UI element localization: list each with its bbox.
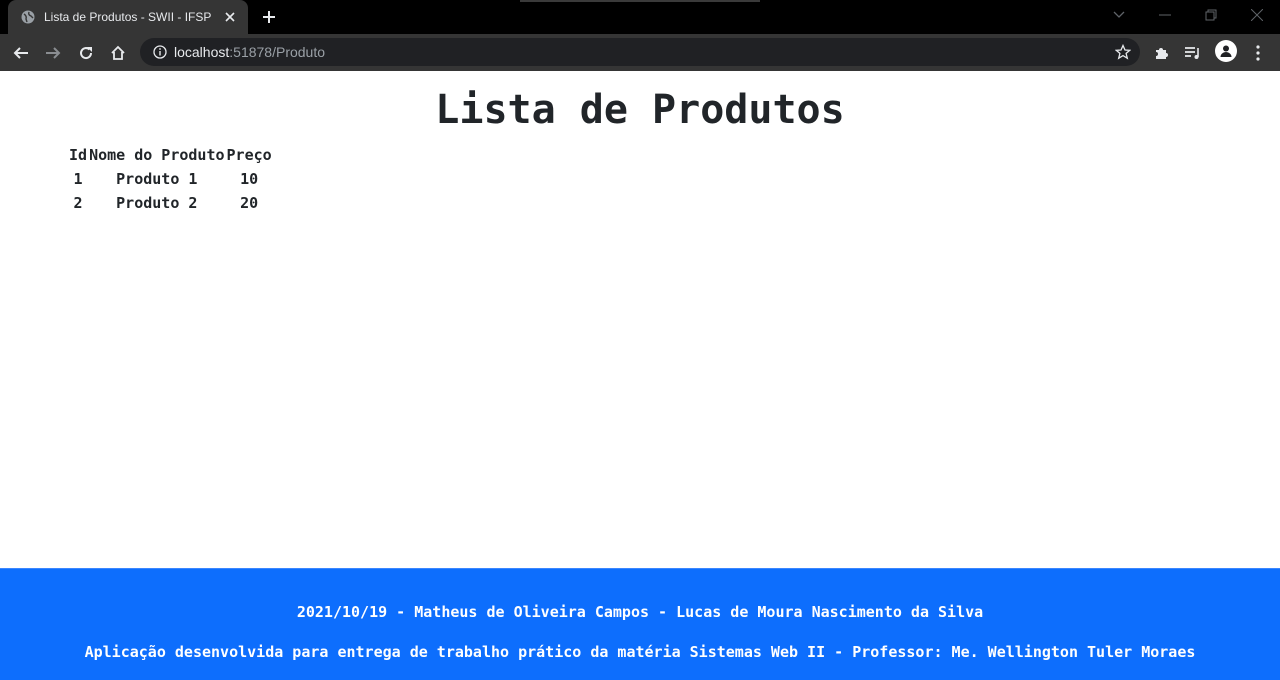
page-title: Lista de Produtos bbox=[435, 87, 845, 133]
browser-tab[interactable]: Lista de Produtos - SWII - IFSP bbox=[8, 0, 248, 34]
tab-strip: Lista de Produtos - SWII - IFSP bbox=[0, 0, 1280, 34]
menu-kebab-icon[interactable] bbox=[1245, 40, 1271, 66]
browser-toolbar: localhost:51878/Produto bbox=[0, 34, 1280, 71]
footer-credits: 2021/10/19 - Matheus de Oliveira Campos … bbox=[296, 603, 984, 621]
table-header-row: Id Nome do Produto Preço bbox=[68, 143, 273, 167]
footer-description: Aplicação desenvolvida para entrega de t… bbox=[84, 643, 1196, 661]
bookmark-star-icon[interactable] bbox=[1114, 43, 1132, 61]
back-arrow-icon[interactable] bbox=[8, 40, 34, 66]
close-window-icon[interactable] bbox=[1234, 0, 1280, 30]
extensions-puzzle-icon[interactable] bbox=[1148, 40, 1174, 66]
tab-search-icon[interactable] bbox=[1096, 0, 1142, 30]
tab-title: Lista de Produtos - SWII - IFSP bbox=[44, 10, 212, 24]
products-table: Id Nome do Produto Preço 1 Produto 1 10 … bbox=[68, 143, 273, 215]
restore-icon[interactable] bbox=[1188, 0, 1234, 30]
cell-id: 1 bbox=[73, 170, 83, 188]
cell-name: Produto 2 bbox=[116, 194, 198, 212]
column-header-id: Id bbox=[69, 146, 88, 164]
table-row: 1 Produto 1 10 bbox=[68, 167, 273, 191]
new-tab-button[interactable] bbox=[258, 6, 280, 28]
reload-icon[interactable] bbox=[73, 40, 99, 66]
home-icon[interactable] bbox=[105, 40, 131, 66]
column-header-price: Preço bbox=[226, 146, 272, 164]
info-icon[interactable] bbox=[152, 44, 168, 60]
profile-avatar-icon[interactable] bbox=[1215, 40, 1237, 62]
column-header-name: Nome do Produto bbox=[89, 146, 225, 164]
footer: 2021/10/19 - Matheus de Oliveira Campos … bbox=[0, 568, 1280, 680]
reading-list-icon[interactable] bbox=[1180, 40, 1206, 66]
cell-name: Produto 1 bbox=[116, 170, 198, 188]
url-path: :51878/Produto bbox=[229, 44, 326, 60]
close-tab-icon[interactable] bbox=[222, 9, 238, 25]
address-bar[interactable]: localhost:51878/Produto bbox=[140, 38, 1140, 66]
cell-price: 20 bbox=[240, 194, 259, 212]
cell-price: 10 bbox=[240, 170, 259, 188]
table-row: 2 Produto 2 20 bbox=[68, 191, 273, 215]
url-text: localhost:51878/Produto bbox=[174, 44, 325, 60]
page-content: Lista de Produtos Id Nome do Produto Pre… bbox=[0, 71, 1280, 568]
url-host: localhost bbox=[174, 44, 230, 60]
minimize-icon[interactable] bbox=[1142, 0, 1188, 30]
tab-drag-strip bbox=[520, 0, 760, 2]
cell-id: 2 bbox=[73, 194, 83, 212]
forward-arrow-icon[interactable] bbox=[40, 40, 66, 66]
globe-icon bbox=[20, 9, 36, 25]
